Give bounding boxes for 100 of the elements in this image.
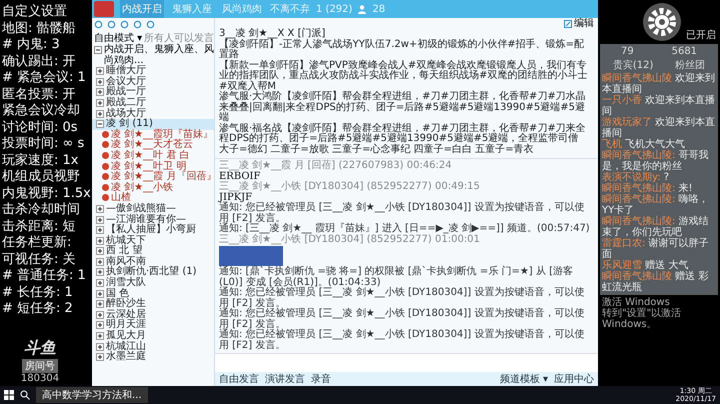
message-header: 三__凌 剑★__小铁 [DY180304] (852952277) 01:00:01 xyxy=(219,234,481,245)
channel-id: 1 (292) xyxy=(316,4,352,14)
expand-icon[interactable] xyxy=(96,67,104,76)
status-text: 已开启 xyxy=(686,28,716,42)
mode-dropdown[interactable]: 自由模式 ▾ xyxy=(94,31,142,45)
message-text: ERBOIF xyxy=(219,172,260,182)
setting-text: # 内鬼: 3 xyxy=(2,37,61,54)
chat-message: 游戏玩家了 欢迎来到本直播间 xyxy=(602,117,716,139)
online-count: 28 xyxy=(372,4,386,14)
expand-icon[interactable] xyxy=(96,300,104,308)
count-text: 5681 xyxy=(672,46,698,57)
search-icon[interactable] xyxy=(20,390,30,400)
announcement-text: 渗气服·大鸿阶【凌剑阡陌】帮会群全程进组，#刀#刀团主群，化香帮#刀#刀水晶来叠叠|回离翻|来全程DPS的打药、团子=后路#5避端#5避端13990#5避端#5避端 xyxy=(219,92,587,123)
toolbar-button[interactable]: 录音 xyxy=(311,372,331,386)
expand-icon[interactable] xyxy=(96,258,104,266)
setting-text: # 紧急会议: 1 xyxy=(2,70,87,86)
expand-icon[interactable] xyxy=(96,78,104,86)
channel-item[interactable]: 睡僧大厅 xyxy=(106,66,146,77)
expand-icon[interactable] xyxy=(96,332,104,340)
member-item[interactable]: 凌 剑★__霞 月『回蓓』 xyxy=(111,172,214,183)
channel-item[interactable]: 殿战一厅 xyxy=(106,87,146,98)
setting-text: 击杀距离: 短 xyxy=(2,218,77,235)
message-header: 三__凌 剑★__霞 月 [回蓓] (227607983) 00:46:24 xyxy=(219,161,453,172)
expand-icon[interactable] xyxy=(96,353,104,362)
panel-tab[interactable]: 贵宾(12) xyxy=(612,58,654,72)
channel-item[interactable]: 醉卧沙生 xyxy=(106,299,146,310)
expand-icon[interactable] xyxy=(96,310,104,319)
announcement-text: 【凌剑阡陌】-正常人渗气战场YY队伍7.2w+初级的锻炼的小伙伴#招手、锻炼=配置路 xyxy=(219,40,584,60)
channel-item[interactable]: 西 北 望 xyxy=(106,246,142,257)
setting-text: 机组成员视野 xyxy=(2,169,81,186)
channel-item[interactable]: 云深处居 xyxy=(106,310,146,320)
channel-item[interactable]: 【私人抽屉】小弯厨 xyxy=(106,225,196,236)
edit-link[interactable]: 编辑 xyxy=(574,18,594,29)
edit-icon[interactable] xyxy=(564,20,572,28)
expand-icon[interactable] xyxy=(96,204,104,213)
setting-text: 紧急会议冷却 xyxy=(2,103,81,120)
chat-message: 瞬间香气拂山陵: 哥哥我是，我是你的粉丝 xyxy=(602,150,710,172)
chat-message: 瞬间香气拂山陵: 游戏结束了，你们先玩吧 xyxy=(602,216,710,238)
member-item[interactable]: 凌 剑★__叶 君 白 xyxy=(111,150,190,162)
channel-item[interactable]: 明月天涯 xyxy=(106,320,146,332)
panel-tab[interactable]: 粉丝团 xyxy=(675,58,706,72)
setting-text: 讨论时间: 0s xyxy=(2,120,79,136)
channel-item[interactable]: 殿战二厅 xyxy=(106,98,146,109)
channel-item[interactable]: —傲剑战熊猫— xyxy=(106,204,176,214)
setting-text: 自定义设置 xyxy=(2,4,68,20)
room-number: 180304 xyxy=(20,373,60,384)
expand-icon[interactable] xyxy=(96,88,104,96)
activation-text: 激活 Windows xyxy=(602,297,671,308)
notice-text: 通知: 您已经被管理员 [三__凌 剑★__小铁 [DY180304]] 设置为按键语音，可以使用 [F2] 发言。 xyxy=(219,309,586,330)
setting-text: 投票时间: ∞ s xyxy=(2,136,86,152)
expand-icon[interactable] xyxy=(96,226,104,234)
chat-message: 瞬间香气拂山陵: 来! xyxy=(602,183,694,194)
setting-text: 地图: 骷髅船 xyxy=(2,20,77,37)
chat-message: 瞬间香气拂山陵 赠送 彩虹流光瓶 xyxy=(602,271,710,293)
notice-text: 通知: 您已经被管理员 [三__凌 剑★__小铁 [DY180304]] 设置为按键语音，可以使用 [F2] 发言。 xyxy=(219,203,584,224)
setting-text: 匿名投票: 开 xyxy=(2,86,77,103)
chat-message: 乐风迎雪 赠送 大气 xyxy=(602,260,690,271)
count-text: 79 xyxy=(620,46,634,57)
setting-text: # 长任务: 1 xyxy=(2,284,74,301)
toolbar-button[interactable]: 应用中心 xyxy=(554,372,594,386)
message-text: JIPKJF xyxy=(219,192,252,202)
expand-icon[interactable] xyxy=(96,268,104,276)
channel-item[interactable]: 润雪大队 xyxy=(106,278,146,289)
notice-text: 通知: [三__凌 剑★__ 霞玥『苗妹』] 进入 [日==▶_凌 剑▶==]] 频道。(00:57:47) xyxy=(219,224,591,234)
expand-icon[interactable] xyxy=(96,98,104,107)
channel-item[interactable]: 孤见大月 xyxy=(106,331,146,342)
notice-text: 通知: 您已经被管理员 [三__凌 剑★__小铁 [DY180304]] 设置为按键语音，可以使用 [F2] 发言。 xyxy=(219,330,586,351)
chat-message: 雷霆口农: 谢谢可以胖子面 xyxy=(602,238,710,260)
activation-hint: 转到"设置"以激活 Windows。 xyxy=(602,308,682,330)
image-placeholder xyxy=(219,246,283,266)
member-item[interactable]: 山楂 xyxy=(111,193,131,204)
expand-icon[interactable] xyxy=(96,236,104,245)
toolbar-button[interactable]: 自由发言 xyxy=(219,372,259,386)
expand-icon[interactable] xyxy=(96,279,104,288)
collapse-icon[interactable] xyxy=(94,46,102,54)
announcement-text: 大子=德幻 二童子=放歌 三童子=心念事纪 四童子=白白 五童子=青衣 xyxy=(219,144,535,155)
channel-name: 不离不弃 xyxy=(270,2,310,16)
chat-message: 瞬间香气拂山陵 欢迎来到本直播间 xyxy=(602,73,716,95)
message-header: 三__凌 剑★__小铁 [DY180304] (852952277) 00:49:15 xyxy=(219,182,481,192)
announcement-text: 3__凌 剑★__X X [门派] xyxy=(219,29,326,39)
member-item[interactable]: 凌 剑★__天才苍云 xyxy=(111,140,194,151)
expand-icon[interactable] xyxy=(96,247,104,256)
toolbar-button[interactable]: 频道模板 ▾ xyxy=(500,372,548,386)
notice-text: 通知: [鼎`卡执剑断仇 =骁 将=] 的权限被 [鼎`卡执剑断仇 =乐 门=★] 从 [游客(L0)] 变成 [会员(R1)]。(01:04:33) xyxy=(219,267,573,288)
expand-icon[interactable] xyxy=(96,342,104,351)
setting-text: # 短任务: 2 xyxy=(2,301,74,318)
taskbar-item[interactable]: 高中数学学习方法和... xyxy=(36,387,148,403)
expand-icon[interactable] xyxy=(96,321,104,330)
expand-icon[interactable] xyxy=(96,290,104,298)
toolbar-button[interactable]: 演讲发言 xyxy=(265,372,305,386)
expand-icon[interactable] xyxy=(96,110,104,118)
windows-icon[interactable] xyxy=(4,390,14,400)
setting-text: 确认踢出: 开 xyxy=(2,54,77,70)
channel-item[interactable]: 水墨兰庭 xyxy=(106,352,146,363)
setting-text: 任务栏更新: xyxy=(2,235,72,252)
expand-icon[interactable] xyxy=(96,216,104,224)
avatar-icon xyxy=(94,1,114,17)
mode-hint: 所有人可以发言 xyxy=(144,32,214,44)
expand-icon[interactable] xyxy=(96,120,104,128)
input-field[interactable] xyxy=(215,353,598,372)
